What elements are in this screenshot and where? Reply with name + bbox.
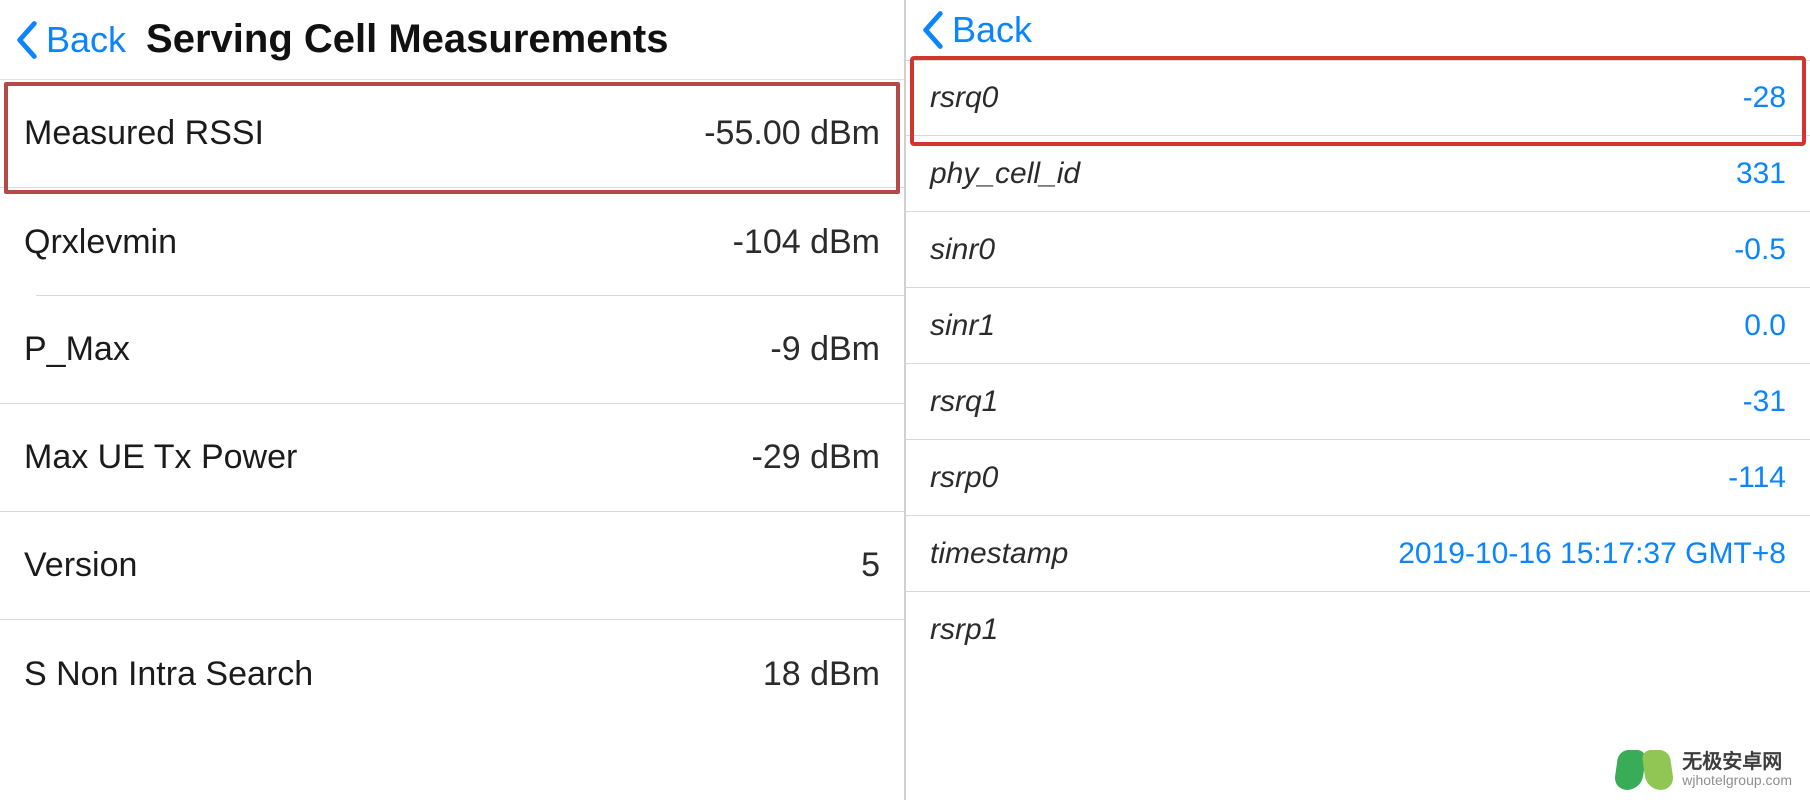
row-rsrp1[interactable]: rsrp1 bbox=[906, 592, 1810, 668]
row-label: Max UE Tx Power bbox=[24, 438, 297, 477]
row-version[interactable]: Version 5 bbox=[0, 512, 904, 620]
row-value: 331 bbox=[1736, 157, 1786, 191]
row-timestamp[interactable]: timestamp 2019-10-16 15:17:37 GMT+8 bbox=[906, 516, 1810, 592]
row-value: -29 dBm bbox=[752, 438, 881, 477]
row-label: rsrq1 bbox=[930, 385, 998, 419]
back-button-left[interactable]: Back bbox=[16, 19, 126, 61]
right-nav: Back bbox=[906, 0, 1810, 60]
row-sinr0[interactable]: sinr0 -0.5 bbox=[906, 212, 1810, 288]
left-nav: Back Serving Cell Measurements bbox=[0, 0, 904, 80]
row-label: rsrp1 bbox=[930, 613, 998, 647]
left-pane: Back Serving Cell Measurements Measured … bbox=[0, 0, 906, 800]
app-frame: Back Serving Cell Measurements Measured … bbox=[0, 0, 1810, 800]
right-pane: Back rsrq0 -28 phy_cell_id 331 sinr0 -0.… bbox=[906, 0, 1810, 800]
row-value: 18 dBm bbox=[763, 655, 880, 694]
row-s-non-intra-search[interactable]: S Non Intra Search 18 dBm bbox=[0, 620, 904, 728]
row-value: -9 dBm bbox=[770, 330, 880, 369]
back-button-right[interactable]: Back bbox=[922, 9, 1032, 51]
row-phy-cell-id[interactable]: phy_cell_id 331 bbox=[906, 136, 1810, 212]
row-value: -104 dBm bbox=[733, 223, 880, 262]
row-rsrp0[interactable]: rsrp0 -114 bbox=[906, 440, 1810, 516]
row-value: -28 bbox=[1743, 81, 1786, 115]
row-label: phy_cell_id bbox=[930, 157, 1080, 191]
row-sinr1[interactable]: sinr1 0.0 bbox=[906, 288, 1810, 364]
chevron-left-icon bbox=[922, 11, 944, 49]
row-label: sinr1 bbox=[930, 309, 995, 343]
row-max-ue-tx-power[interactable]: Max UE Tx Power -29 dBm bbox=[0, 404, 904, 512]
row-label: timestamp bbox=[930, 537, 1068, 571]
row-label: rsrp0 bbox=[930, 461, 998, 495]
row-value: -0.5 bbox=[1734, 233, 1786, 267]
row-value: -55.00 dBm bbox=[704, 114, 880, 153]
row-label: sinr0 bbox=[930, 233, 995, 267]
row-label: Version bbox=[24, 546, 137, 585]
watermark-title: 无极安卓网 bbox=[1682, 751, 1792, 773]
row-label: P_Max bbox=[24, 330, 130, 369]
row-value: -114 bbox=[1728, 461, 1786, 495]
row-label: Qrxlevmin bbox=[24, 223, 177, 262]
row-label: Measured RSSI bbox=[24, 114, 264, 153]
row-pmax[interactable]: P_Max -9 dBm bbox=[0, 296, 904, 404]
row-value: -31 bbox=[1743, 385, 1786, 419]
row-value: 5 bbox=[861, 546, 880, 585]
row-rsrq1[interactable]: rsrq1 -31 bbox=[906, 364, 1810, 440]
back-label: Back bbox=[952, 9, 1032, 51]
row-label: rsrq0 bbox=[930, 81, 998, 115]
watermark-url: wjhotelgroup.com bbox=[1682, 773, 1792, 788]
row-rsrq0[interactable]: rsrq0 -28 bbox=[906, 60, 1810, 136]
chevron-left-icon bbox=[16, 21, 38, 59]
row-value: 2019-10-16 15:17:37 GMT+8 bbox=[1398, 537, 1786, 571]
back-label: Back bbox=[46, 19, 126, 61]
row-label: S Non Intra Search bbox=[24, 655, 313, 694]
row-qrxlevmin[interactable]: Qrxlevmin -104 dBm bbox=[0, 188, 904, 296]
watermark: 无极安卓网 wjhotelgroup.com bbox=[1616, 750, 1792, 790]
page-title: Serving Cell Measurements bbox=[146, 17, 668, 62]
watermark-logo-icon bbox=[1616, 750, 1672, 790]
row-measured-rssi[interactable]: Measured RSSI -55.00 dBm bbox=[0, 80, 904, 188]
row-value: 0.0 bbox=[1744, 309, 1786, 343]
